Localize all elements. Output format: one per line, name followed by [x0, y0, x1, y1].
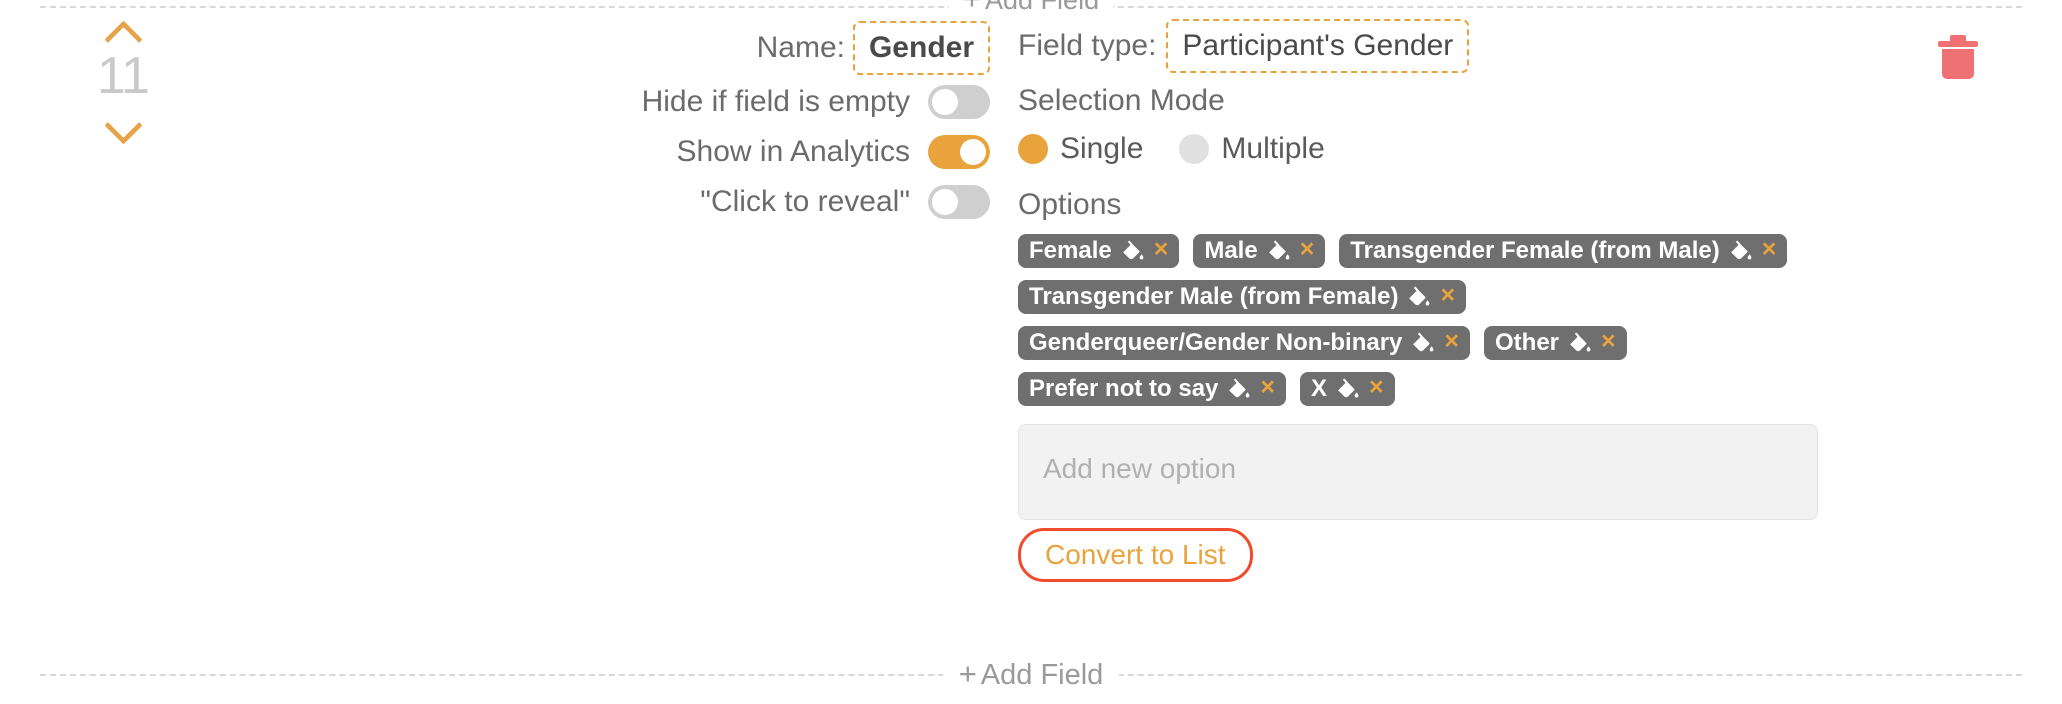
selection-mode-multiple-label: Multiple: [1221, 132, 1325, 165]
add-field-top-label: + Add Field: [948, 0, 1114, 14]
close-icon[interactable]: ×: [1762, 237, 1777, 264]
show-in-analytics-label: Show in Analytics: [676, 135, 910, 168]
selection-mode-title: Selection Mode: [1018, 84, 1225, 117]
close-icon[interactable]: ×: [1444, 329, 1459, 356]
option-chip[interactable]: X ×: [1300, 372, 1395, 406]
selection-mode-multiple[interactable]: Multiple: [1179, 132, 1325, 166]
click-to-reveal-toggle[interactable]: [928, 185, 990, 219]
option-chip[interactable]: Transgender Female (from Male) ×: [1339, 234, 1788, 268]
paint-bucket-icon[interactable]: [1227, 378, 1251, 400]
toggle-knob: [960, 139, 986, 165]
option-chip-label: Other: [1495, 328, 1560, 356]
option-chip[interactable]: Transgender Male (from Female) ×: [1018, 280, 1467, 314]
add-field-bottom-label[interactable]: + Add Field: [942, 656, 1120, 692]
options-chip-list: Female × Male × Transgender Female (from Mal…: [1018, 234, 1828, 406]
hide-if-empty-toggle[interactable]: [928, 85, 990, 119]
field-name-row: Name: Gender: [0, 20, 1004, 76]
option-chip-label: X: [1311, 374, 1328, 402]
option-chip[interactable]: Female ×: [1018, 234, 1180, 268]
toggle-row-show-in-analytics: Show in Analytics: [0, 128, 1004, 176]
plus-icon: +: [958, 656, 977, 691]
selection-mode-options: Single Multiple: [1018, 132, 2018, 166]
add-new-option-input[interactable]: [1018, 424, 1818, 520]
paint-bucket-icon[interactable]: [1336, 378, 1360, 400]
field-type-row: Field type: Participant's Gender: [1018, 18, 2018, 74]
add-field-bottom[interactable]: + Add Field: [0, 652, 2062, 696]
paint-bucket-icon[interactable]: [1411, 332, 1435, 354]
option-chip-label: Transgender Male (from Female): [1029, 282, 1399, 310]
close-icon[interactable]: ×: [1369, 375, 1384, 402]
add-field-bottom-text: Add Field: [980, 659, 1104, 691]
click-to-reveal-label: "Click to reveal": [700, 185, 910, 218]
add-field-top-text: Add Field: [985, 0, 1099, 14]
radio-icon: [1018, 134, 1048, 164]
field-type-label: Field type:: [1018, 29, 1157, 62]
selection-mode-single[interactable]: Single: [1018, 132, 1143, 166]
paint-bucket-icon[interactable]: [1729, 240, 1753, 262]
paint-bucket-icon[interactable]: [1568, 332, 1592, 354]
options-title: Options: [1018, 188, 1122, 221]
radio-icon: [1179, 134, 1210, 164]
field-name-input[interactable]: Gender: [852, 21, 990, 75]
show-in-analytics-toggle[interactable]: [928, 135, 990, 169]
close-icon[interactable]: ×: [1601, 329, 1616, 356]
field-type-select[interactable]: Participant's Gender: [1166, 19, 1470, 73]
option-chip[interactable]: Genderqueer/Gender Non-binary ×: [1018, 326, 1471, 360]
option-chip-label: Male: [1204, 236, 1258, 264]
hide-if-empty-label: Hide if field is empty: [641, 85, 910, 118]
field-settings-right: Field type: Participant's Gender Selecti…: [1018, 18, 2018, 582]
paint-bucket-icon[interactable]: [1267, 240, 1291, 262]
option-chip[interactable]: Male ×: [1193, 234, 1326, 268]
field-settings-left: Name: Gender Hide if field is empty Show…: [0, 20, 1004, 226]
selection-mode-single-label: Single: [1060, 132, 1144, 165]
option-chip[interactable]: Other ×: [1484, 326, 1627, 360]
add-field-top[interactable]: + Add Field: [0, 0, 2062, 14]
option-chip[interactable]: Prefer not to say ×: [1018, 372, 1286, 406]
toggle-knob: [932, 89, 958, 115]
toggle-row-hide-if-empty: Hide if field is empty: [0, 78, 1004, 126]
paint-bucket-icon[interactable]: [1407, 286, 1431, 308]
option-chip-label: Prefer not to say: [1029, 374, 1219, 402]
paint-bucket-icon[interactable]: [1121, 240, 1145, 262]
field-name-label: Name:: [756, 31, 845, 64]
close-icon[interactable]: ×: [1440, 283, 1455, 310]
toggle-row-click-to-reveal: "Click to reveal": [0, 178, 1004, 226]
close-icon[interactable]: ×: [1260, 375, 1275, 402]
option-chip-label: Female: [1029, 236, 1112, 264]
toggle-knob: [932, 189, 958, 215]
plus-icon: +: [963, 0, 981, 14]
option-chip-label: Genderqueer/Gender Non-binary: [1029, 328, 1403, 356]
close-icon[interactable]: ×: [1154, 237, 1169, 264]
close-icon[interactable]: ×: [1300, 237, 1315, 264]
convert-to-list-button[interactable]: Convert to List: [1018, 528, 1253, 582]
option-chip-label: Transgender Female (from Male): [1350, 236, 1720, 264]
